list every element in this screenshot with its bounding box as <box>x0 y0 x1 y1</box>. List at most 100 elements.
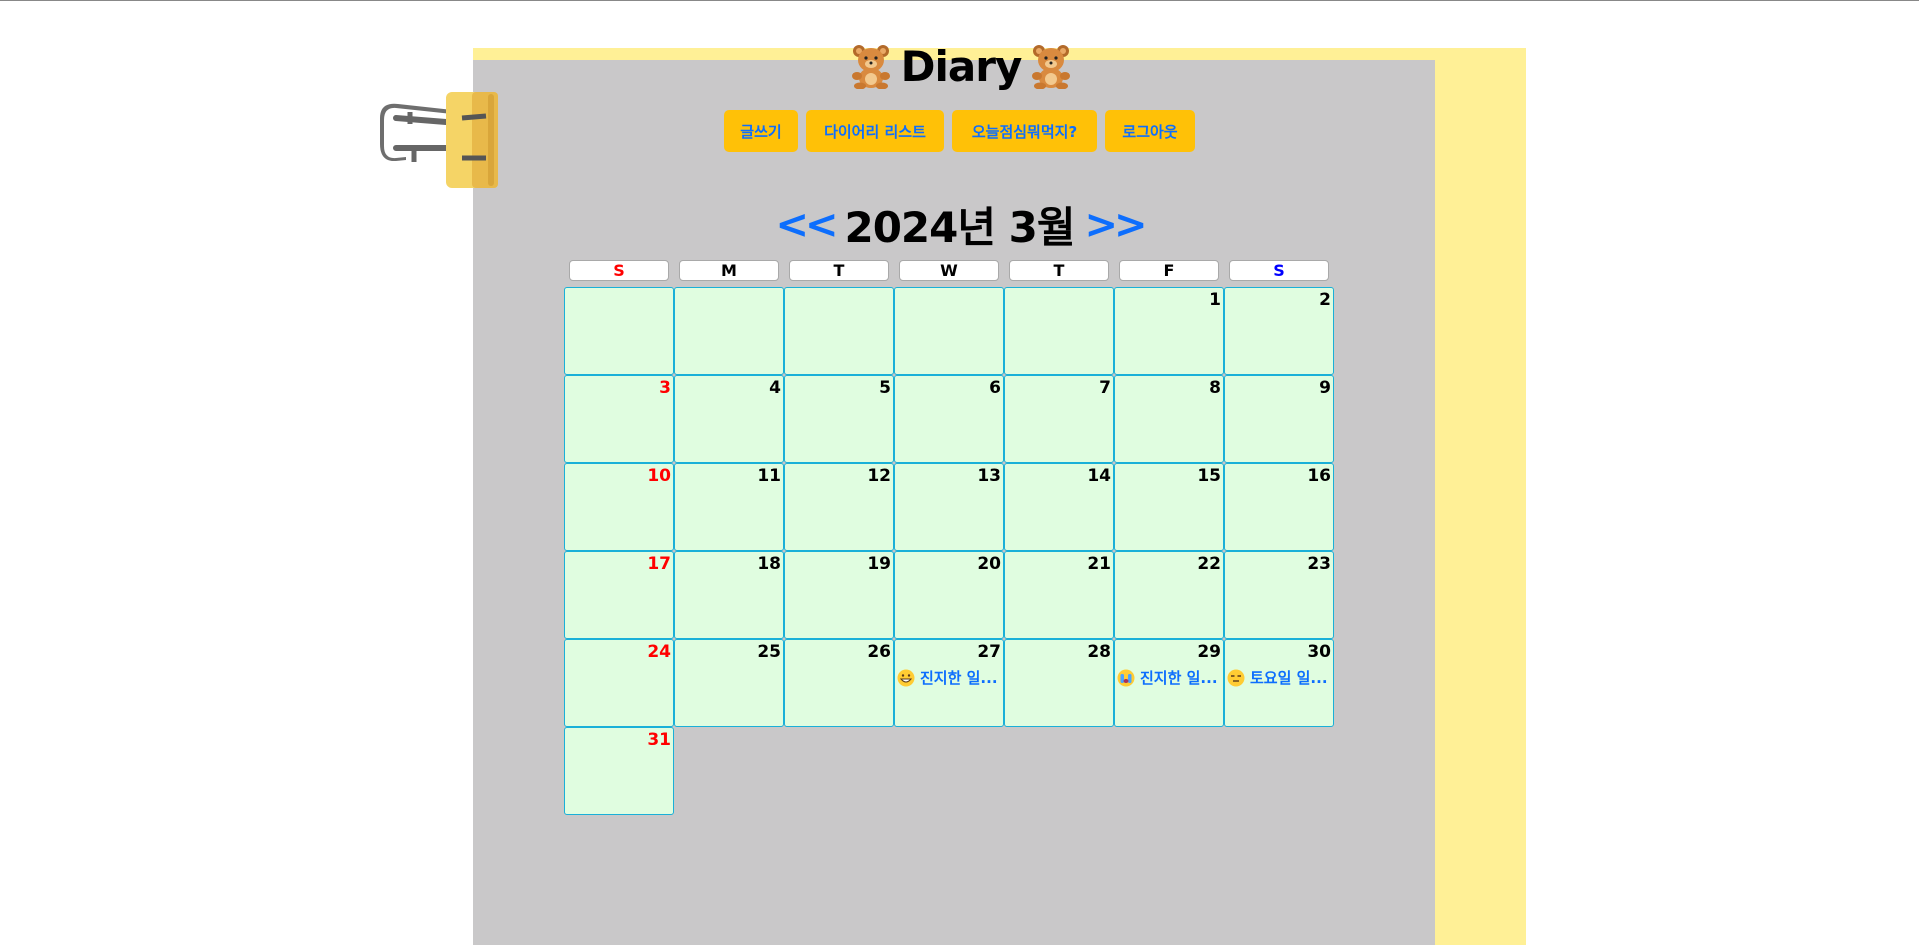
calendar-day-10[interactable]: 10 <box>564 463 674 551</box>
weekday-fri: F <box>1119 260 1219 281</box>
calendar-day-7[interactable]: 7 <box>1004 375 1114 463</box>
calendar-day-27[interactable]: 27 진지한 일... <box>894 639 1004 727</box>
window-top-border <box>0 0 1919 1</box>
day-number: 20 <box>977 554 1001 574</box>
calendar-day-29[interactable]: 29 진지한 일... <box>1114 639 1224 727</box>
calendar-day-15[interactable]: 15 <box>1114 463 1224 551</box>
diary-entry-title: 토요일 일... <box>1250 669 1328 687</box>
calendar-day-12[interactable]: 12 <box>784 463 894 551</box>
lunch-menu-button[interactable]: 오늘점심뭐먹지? <box>952 110 1097 152</box>
diary-entry-title: 진지한 일... <box>1140 669 1218 687</box>
calendar-day-28[interactable]: 28 <box>1004 639 1114 727</box>
binder-clip-icon <box>380 92 498 188</box>
day-number: 25 <box>757 642 781 662</box>
day-number: 13 <box>977 466 1001 486</box>
calendar-day-23[interactable]: 23 <box>1224 551 1334 639</box>
weekday-thu: T <box>1009 260 1109 281</box>
day-number: 15 <box>1197 466 1221 486</box>
day-number: 18 <box>757 554 781 574</box>
calendar-day-30[interactable]: 30 토요일 일... <box>1224 639 1334 727</box>
diary-entry-link[interactable]: 토요일 일... <box>1227 667 1333 688</box>
day-number: 2 <box>1319 290 1331 310</box>
calendar-day-31[interactable]: 31 <box>564 727 674 815</box>
calendar-day-1[interactable]: 1 <box>1114 287 1224 375</box>
calendar-day-20[interactable]: 20 <box>894 551 1004 639</box>
calendar-day-25[interactable]: 25 <box>674 639 784 727</box>
diary-list-button[interactable]: 다이어리 리스트 <box>806 110 944 152</box>
day-number: 12 <box>867 466 891 486</box>
day-number: 30 <box>1307 642 1331 662</box>
calendar-day-2[interactable]: 2 <box>1224 287 1334 375</box>
day-number: 17 <box>647 554 671 574</box>
calendar-day-4[interactable]: 4 <box>674 375 784 463</box>
calendar-grid: 1 2 3 4 5 6 7 8 9 10 11 12 13 14 15 16 17 18 19 20 21 22 23 24 2… <box>564 287 1334 815</box>
logout-button[interactable]: 로그아웃 <box>1105 110 1195 152</box>
app-title: Diary <box>900 41 1023 91</box>
day-number: 31 <box>647 730 671 750</box>
day-number: 14 <box>1087 466 1111 486</box>
day-number: 26 <box>867 642 891 662</box>
calendar-cell-empty <box>1004 287 1114 375</box>
calendar-day-22[interactable]: 22 <box>1114 551 1224 639</box>
calendar-day-18[interactable]: 18 <box>674 551 784 639</box>
main-nav: 글쓰기 다이어리 리스트 오늘점심뭐먹지? 로그아웃 <box>724 110 1195 152</box>
crying-face-icon <box>1117 669 1135 687</box>
weekday-sat: S <box>1229 260 1329 281</box>
calendar-day-11[interactable]: 11 <box>674 463 784 551</box>
day-number: 21 <box>1087 554 1111 574</box>
calendar-day-17[interactable]: 17 <box>564 551 674 639</box>
day-number: 22 <box>1197 554 1221 574</box>
write-button[interactable]: 글쓰기 <box>724 110 798 152</box>
weekday-wed: W <box>899 260 999 281</box>
day-number: 9 <box>1319 378 1331 398</box>
calendar-day-8[interactable]: 8 <box>1114 375 1224 463</box>
day-number: 5 <box>879 378 891 398</box>
month-title: 2024년 3월 <box>844 203 1075 252</box>
calendar-cell-empty <box>894 287 1004 375</box>
calendar-day-3[interactable]: 3 <box>564 375 674 463</box>
day-number: 19 <box>867 554 891 574</box>
day-number: 6 <box>989 378 1001 398</box>
day-number: 10 <box>647 466 671 486</box>
calendar-day-21[interactable]: 21 <box>1004 551 1114 639</box>
calendar-day-14[interactable]: 14 <box>1004 463 1114 551</box>
day-number: 3 <box>659 378 671 398</box>
prev-month-button[interactable]: << <box>775 202 838 248</box>
calendar-day-5[interactable]: 5 <box>784 375 894 463</box>
teddy-bear-icon <box>1032 45 1071 89</box>
calendar-cell-empty <box>784 287 894 375</box>
day-number: 16 <box>1307 466 1331 486</box>
day-number: 4 <box>769 378 781 398</box>
diary-entry-link[interactable]: 진지한 일... <box>897 667 1003 688</box>
day-number: 7 <box>1099 378 1111 398</box>
calendar-cell-empty <box>564 287 674 375</box>
day-number: 28 <box>1087 642 1111 662</box>
day-number: 11 <box>757 466 781 486</box>
teddy-bear-icon <box>851 45 890 89</box>
calendar-day-6[interactable]: 6 <box>894 375 1004 463</box>
diary-entry-title: 진지한 일... <box>920 669 998 687</box>
day-number: 27 <box>977 642 1001 662</box>
weekday-sun: S <box>569 260 669 281</box>
calendar-day-24[interactable]: 24 <box>564 639 674 727</box>
calendar-cell-empty <box>674 287 784 375</box>
month-header: << 2024년 3월 >> <box>0 194 1919 255</box>
calendar-day-16[interactable]: 16 <box>1224 463 1334 551</box>
weekday-mon: M <box>679 260 779 281</box>
expressionless-face-icon <box>1227 669 1245 687</box>
day-number: 24 <box>647 642 671 662</box>
day-number: 29 <box>1197 642 1221 662</box>
app-header: Diary <box>848 40 1074 92</box>
day-number: 1 <box>1209 290 1221 310</box>
diary-entry-link[interactable]: 진지한 일... <box>1117 667 1223 688</box>
weekday-tue: T <box>789 260 889 281</box>
next-month-button[interactable]: >> <box>1085 202 1148 248</box>
calendar-day-9[interactable]: 9 <box>1224 375 1334 463</box>
calendar-day-13[interactable]: 13 <box>894 463 1004 551</box>
grinning-face-icon <box>897 669 915 687</box>
day-number: 8 <box>1209 378 1221 398</box>
day-number: 23 <box>1307 554 1331 574</box>
calendar-day-19[interactable]: 19 <box>784 551 894 639</box>
calendar-day-26[interactable]: 26 <box>784 639 894 727</box>
weekday-header: S M T W T F S <box>564 260 1334 281</box>
